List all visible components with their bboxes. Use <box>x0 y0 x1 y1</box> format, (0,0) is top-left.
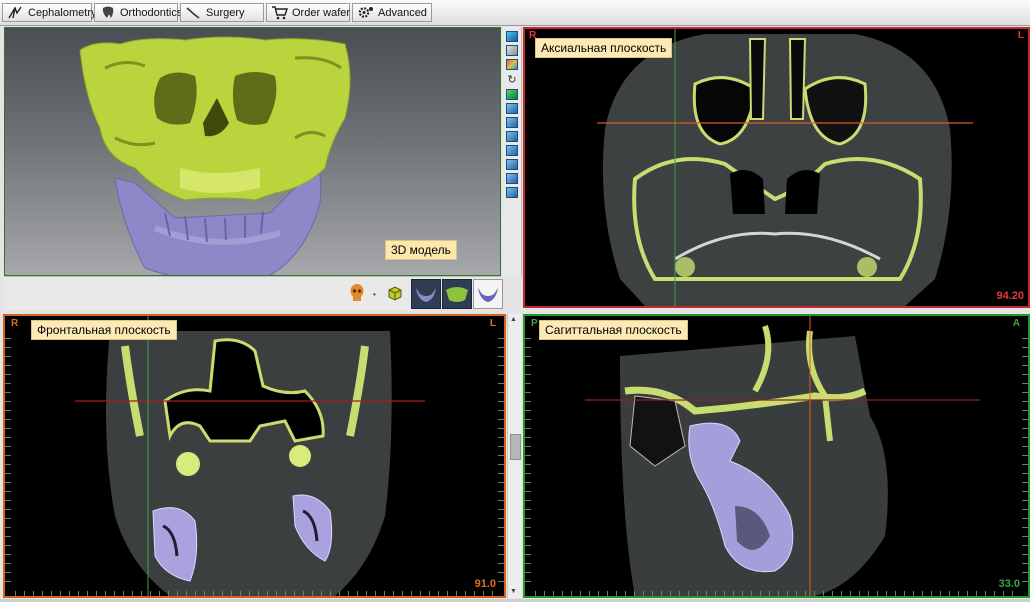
viewport-label-frontal: Фронтальная плоскость <box>31 320 177 340</box>
view-front-button[interactable] <box>506 103 518 114</box>
frontal-right-ruler <box>498 338 504 586</box>
axial-slice-value: 94.20 <box>996 290 1024 302</box>
color-tool-button[interactable] <box>506 59 518 70</box>
tab-advanced[interactable]: Advanced <box>352 3 432 22</box>
cephalometry-icon <box>7 5 25 20</box>
mandible-layer-button[interactable] <box>411 279 441 309</box>
frontal-ct-slice <box>75 316 425 596</box>
scalpel-icon <box>185 5 203 20</box>
viewport-3d-model[interactable]: 3D модель <box>4 27 501 276</box>
frontal-left-marker: R <box>11 318 19 329</box>
scroll-up-icon[interactable]: ▲ <box>510 316 517 324</box>
tab-order-wafer[interactable]: Order wafer <box>266 3 350 22</box>
dropdown-dot-icon[interactable]: • <box>373 290 376 299</box>
viewport-frontal[interactable]: Фронтальная плоскость R L 91.0 <box>3 314 506 598</box>
frontal-slice-value: 91.0 <box>474 578 496 590</box>
sagittal-left-ruler <box>525 338 531 586</box>
tab-cephalometry[interactable]: Cephalometry <box>2 3 96 22</box>
frontal-right-marker: L <box>489 318 496 329</box>
viewport-sagittal[interactable]: Сагиттальная плоскость P A 33.0 <box>523 314 1030 598</box>
slice-scrollbar[interactable]: ▲ ▼ <box>507 314 521 598</box>
view-bottom-button[interactable] <box>506 173 518 184</box>
tab-orthodontics[interactable]: Orthodontics <box>94 3 182 22</box>
grid-tool-button[interactable] <box>506 45 518 56</box>
sagittal-right-marker: A <box>1012 318 1020 329</box>
sagittal-left-marker: P <box>531 318 538 329</box>
view-left-button[interactable] <box>506 131 518 142</box>
view-back-button[interactable] <box>506 117 518 128</box>
scroll-thumb[interactable] <box>510 434 521 460</box>
cart-icon <box>271 5 289 20</box>
maxilla-layer-button[interactable] <box>442 279 472 309</box>
tooth-icon <box>99 5 117 20</box>
sagittal-ct-slice <box>585 316 980 596</box>
tab-surgery[interactable]: Surgery <box>180 3 264 22</box>
view-side-toolbar: ↻ <box>503 27 522 276</box>
layout-tool-button[interactable] <box>506 31 518 42</box>
volume-tool-button[interactable] <box>506 89 518 100</box>
viewport-label-axial: Аксиальная плоскость <box>535 38 673 58</box>
sagittal-bottom-ruler <box>535 591 1018 596</box>
sagittal-right-ruler <box>1022 338 1028 586</box>
gear-icon <box>357 5 375 20</box>
view-top-button[interactable] <box>506 159 518 170</box>
module-tab-bar: Cephalometry Orthodontics Surgery Order … <box>0 0 1030 26</box>
cube-icon[interactable] <box>387 285 403 301</box>
frontal-left-ruler <box>5 338 11 586</box>
viewport-label-sagittal: Сагиттальная плоскость <box>539 320 688 340</box>
mandible-view-button[interactable] <box>473 279 503 309</box>
sagittal-slice-value: 33.0 <box>998 578 1020 590</box>
axial-ct-slice <box>597 29 973 306</box>
view-right-button[interactable] <box>506 145 518 156</box>
frontal-bottom-ruler <box>15 591 494 596</box>
axial-left-marker: R <box>529 30 537 41</box>
rotate-icon[interactable]: ↻ <box>503 73 521 86</box>
viewport-label-3d: 3D модель <box>385 240 457 260</box>
view-iso-button[interactable] <box>506 187 518 198</box>
model-view-toolbar: • <box>4 276 503 310</box>
viewport-axial[interactable]: Аксиальная плоскость R L 94.20 <box>523 27 1030 308</box>
scroll-down-icon[interactable]: ▼ <box>510 588 517 596</box>
skull-toggle-icon[interactable] <box>349 283 365 303</box>
skull-3d-render <box>79 36 351 275</box>
axial-right-marker: L <box>1017 30 1024 41</box>
